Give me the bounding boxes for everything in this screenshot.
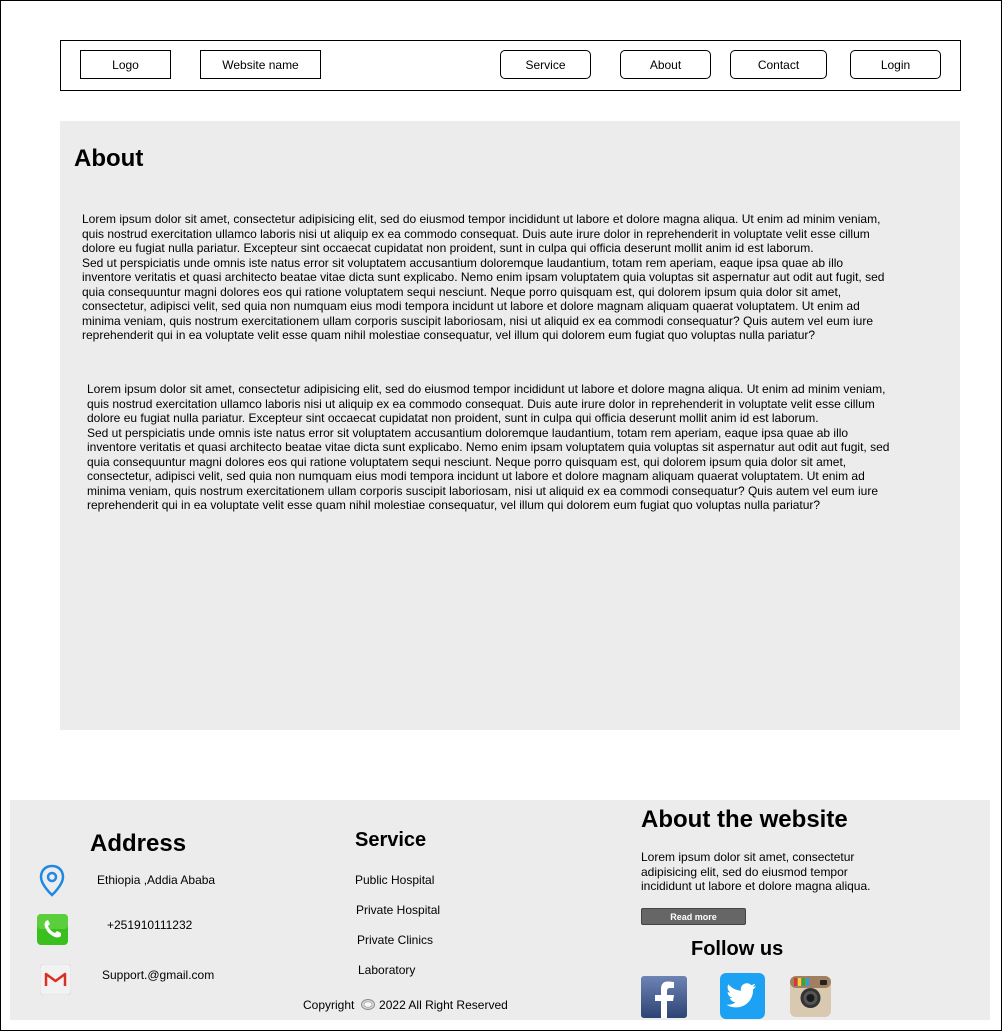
about-section: About Lorem ipsum dolor sit amet, consec… (60, 121, 960, 730)
nav-about-button[interactable]: About (620, 50, 711, 79)
about-website-text: Lorem ipsum dolor sit amet, consectetur … (641, 850, 871, 893)
service-public-hospital[interactable]: Public Hospital (355, 873, 434, 887)
follow-us-title: Follow us (691, 938, 784, 960)
about-paragraph-2: Lorem ipsum dolor sit amet, consectetur … (87, 382, 890, 512)
facebook-icon[interactable] (641, 976, 687, 1018)
phone-icon (37, 914, 68, 945)
copyright-text: Copyright 2022 All Right Reserved (303, 998, 508, 1012)
service-private-clinics[interactable]: Private Clinics (357, 933, 433, 947)
location-pin-icon (39, 864, 65, 897)
copyright-icon (360, 999, 375, 1010)
address-email: Support.@gmail.com (102, 968, 215, 982)
address-location: Ethiopia ,Addia Ababa (97, 873, 216, 887)
footer: Address Ethiopia ,Addia Ababa +251910111… (10, 800, 990, 1020)
service-title: Service (355, 829, 427, 851)
twitter-icon[interactable] (720, 973, 765, 1019)
service-private-hospital[interactable]: Private Hospital (356, 903, 440, 917)
address-title: Address (90, 830, 187, 857)
about-paragraph-1: Lorem ipsum dolor sit amet, consectetur … (82, 212, 885, 342)
website-name[interactable]: Website name (200, 50, 321, 79)
about-title: About (74, 145, 144, 172)
nav-contact-button[interactable]: Contact (730, 50, 827, 79)
nav-service-button[interactable]: Service (500, 50, 591, 79)
service-laboratory[interactable]: Laboratory (358, 963, 415, 977)
logo[interactable]: Logo (80, 50, 171, 79)
about-website-title: About the website (641, 806, 848, 833)
instagram-icon[interactable] (790, 976, 831, 1017)
copyright-label: Copyright (303, 998, 355, 1012)
address-phone: +251910111232 (107, 918, 193, 932)
copyright-year: 2022 All Right Reserved (379, 998, 508, 1012)
gmail-icon (40, 964, 71, 995)
nav-login-button[interactable]: Login (850, 50, 941, 79)
top-navbar: Logo Website name Service About Contact … (60, 40, 961, 91)
read-more-button[interactable]: Read more (641, 908, 746, 925)
